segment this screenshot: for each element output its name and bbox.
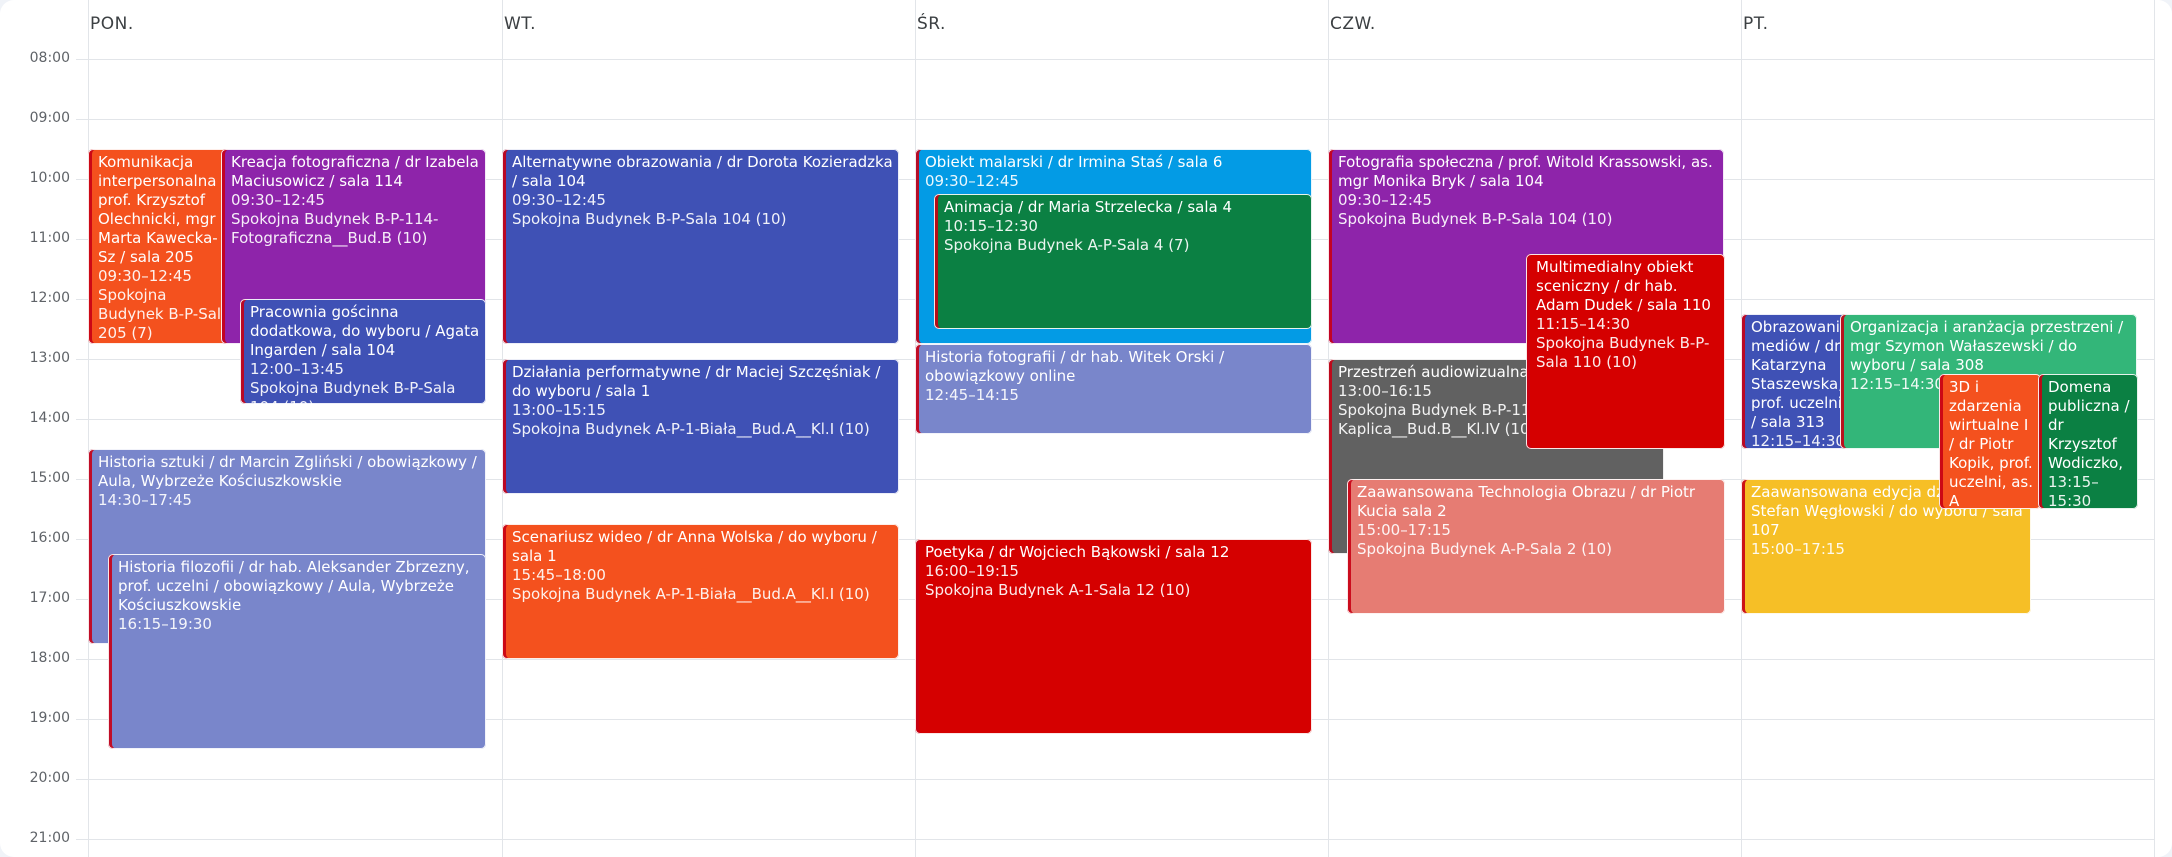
event-location: Spokojna Budynek A-P-1-Biała__Bud.A__Kl.… — [512, 585, 870, 603]
day-divider — [2154, 0, 2155, 857]
event-time: 10:15–12:30 — [944, 217, 1038, 235]
event-location: Spokojna Budynek B-P-Sala 104 (10) — [250, 379, 456, 404]
calendar-event[interactable]: 3D i zdarzenia wirtualne I / dr Piotr Ko… — [1939, 374, 2041, 509]
event-time: 12:45–14:15 — [925, 386, 1019, 404]
calendar-event[interactable]: Alternatywne obrazowania / dr Dorota Koz… — [502, 149, 899, 344]
calendar-event[interactable]: Historia filozofii / dr hab. Aleksander … — [108, 554, 486, 749]
day-divider — [88, 0, 89, 857]
hour-gridline — [76, 779, 2154, 780]
event-time: 14:30–17:45 — [98, 491, 192, 509]
event-time: 09:30–12:45 — [98, 267, 192, 285]
hour-label: 15:00 — [29, 470, 70, 486]
event-time: 12:15–14:30 — [1751, 432, 1845, 449]
event-title: Obrazowanie mediów / dr Katarzyna Stasze… — [1751, 318, 1850, 431]
calendar-event[interactable]: Multimedialny obiekt sceniczny / dr hab.… — [1526, 254, 1725, 449]
event-title: Fotografia społeczna / prof. Witold Kras… — [1338, 153, 1713, 190]
event-location: Spokojna Budynek A-P-Sala 4 (7) — [944, 236, 1190, 254]
event-title: Organizacja i aranżacja przestrzeni / mg… — [1850, 318, 2124, 374]
calendar-event[interactable]: Scenariusz wideo / dr Anna Wolska / do w… — [502, 524, 899, 659]
event-location: Spokojna Budynek A-1-Sala 12 (10) — [925, 581, 1191, 599]
calendar-event[interactable]: Działania performatywne / dr Maciej Szcz… — [502, 359, 899, 494]
event-title: Animacja / dr Maria Strzelecka / sala 4 — [944, 198, 1233, 216]
event-title: Historia filozofii / dr hab. Aleksander … — [118, 558, 470, 614]
event-location: Spokojna Budynek B-P-Sala 110 (10) — [1536, 334, 1710, 371]
event-title: Działania performatywne / dr Maciej Szcz… — [512, 363, 881, 400]
event-title: Zaawansowana Technologia Obrazu / dr Pio… — [1357, 483, 1696, 520]
event-title: Scenariusz wideo / dr Anna Wolska / do w… — [512, 528, 877, 565]
hour-label: 10:00 — [29, 170, 70, 186]
event-time: 16:00–19:15 — [925, 562, 1019, 580]
event-location: Spokojna Budynek B-P-Sala 104 (10) — [1338, 210, 1613, 228]
hour-label: 16:00 — [29, 530, 70, 546]
day-header[interactable]: PT. — [1743, 14, 1769, 34]
hour-label: 12:00 — [29, 290, 70, 306]
event-title: Alternatywne obrazowania / dr Dorota Koz… — [512, 153, 893, 190]
hour-label: 20:00 — [29, 770, 70, 786]
event-location: Spokojna Budynek B-P-Sala 205 (7) — [98, 286, 231, 342]
event-time: 15:00–17:15 — [1751, 540, 1845, 558]
event-location: Spokojna Budynek B-P-114-Fotograficzna__… — [231, 210, 439, 247]
event-title: Kreacja fotograficzna / dr Izabela Maciu… — [231, 153, 479, 190]
hour-label: 09:00 — [29, 110, 70, 126]
event-time: 09:30–12:45 — [512, 191, 606, 209]
event-title: Pracownia gościnna dodatkowa, do wyboru … — [250, 303, 480, 359]
event-location: Spokojna Budynek B-P-Sala 104 (10) — [512, 210, 787, 228]
event-time: 16:15–19:30 — [118, 615, 212, 633]
event-title: Domena publiczna / dr Krzysztof Wodiczko… — [2048, 378, 2130, 472]
event-time: 13:15–15:30 — [2048, 473, 2099, 509]
day-header[interactable]: WT. — [504, 14, 536, 34]
day-header[interactable]: PON. — [90, 14, 134, 34]
hour-label: 11:00 — [29, 230, 70, 246]
calendar-event[interactable]: Animacja / dr Maria Strzelecka / sala 41… — [934, 194, 1312, 329]
calendar-event[interactable]: Pracownia gościnna dodatkowa, do wyboru … — [240, 299, 486, 404]
hour-gridline — [76, 59, 2154, 60]
calendar-event[interactable]: Historia fotografii / dr hab. Witek Orsk… — [915, 344, 1312, 434]
event-title: Poetyka / dr Wojciech Bąkowski / sala 12 — [925, 543, 1230, 561]
hour-label: 08:00 — [29, 50, 70, 66]
calendar-event[interactable]: Obrazowanie mediów / dr Katarzyna Stasze… — [1741, 314, 1851, 449]
event-time: 15:00–17:15 — [1357, 521, 1451, 539]
day-header[interactable]: ŚR. — [917, 14, 946, 34]
event-title: Multimedialny obiekt sceniczny / dr hab.… — [1536, 258, 1711, 314]
hour-label: 13:00 — [29, 350, 70, 366]
day-header[interactable]: CZW. — [1330, 14, 1376, 34]
event-time: 09:30–12:45 — [925, 172, 1019, 190]
hour-label: 18:00 — [29, 650, 70, 666]
event-time: 15:45–18:00 — [512, 566, 606, 584]
event-time: 13:00–15:15 — [512, 401, 606, 419]
calendar-event[interactable]: Komunikacja interpersonalna / prof. Krzy… — [88, 149, 238, 344]
hour-label: 17:00 — [29, 590, 70, 606]
event-title: Historia fotografii / dr hab. Witek Orsk… — [925, 348, 1225, 385]
event-title: Komunikacja interpersonalna / prof. Krzy… — [98, 153, 227, 266]
week-calendar: 08:00 09:00 10:00 11:00 12:00 13:00 14:00 15:00… — [0, 0, 2172, 857]
event-time: 09:30–12:45 — [231, 191, 325, 209]
event-time: 12:00–13:45 — [250, 360, 344, 378]
calendar-event[interactable]: Domena publiczna / dr Krzysztof Wodiczko… — [2038, 374, 2138, 509]
event-time: 11:15–14:30 — [1536, 315, 1630, 333]
event-title: Obiekt malarski / dr Irmina Staś / sala … — [925, 153, 1223, 171]
hour-label: 14:00 — [29, 410, 70, 426]
hour-label: 21:00 — [29, 830, 70, 846]
hour-label: 19:00 — [29, 710, 70, 726]
event-location: Spokojna Budynek A-P-Sala 2 (10) — [1357, 540, 1612, 558]
event-time: 09:30–12:45 — [1338, 191, 1432, 209]
calendar-event[interactable]: Zaawansowana Technologia Obrazu / dr Pio… — [1347, 479, 1725, 614]
calendar-event[interactable]: Poetyka / dr Wojciech Bąkowski / sala 12… — [915, 539, 1312, 734]
event-title: Historia sztuki / dr Marcin Zgliński / o… — [98, 453, 477, 490]
hour-gridline — [76, 119, 2154, 120]
event-location: Spokojna Budynek A-P-1-Biała__Bud.A__Kl.… — [512, 420, 870, 438]
event-title: 3D i zdarzenia wirtualne I / dr Piotr Ko… — [1949, 378, 2034, 509]
hour-gridline — [76, 839, 2154, 840]
